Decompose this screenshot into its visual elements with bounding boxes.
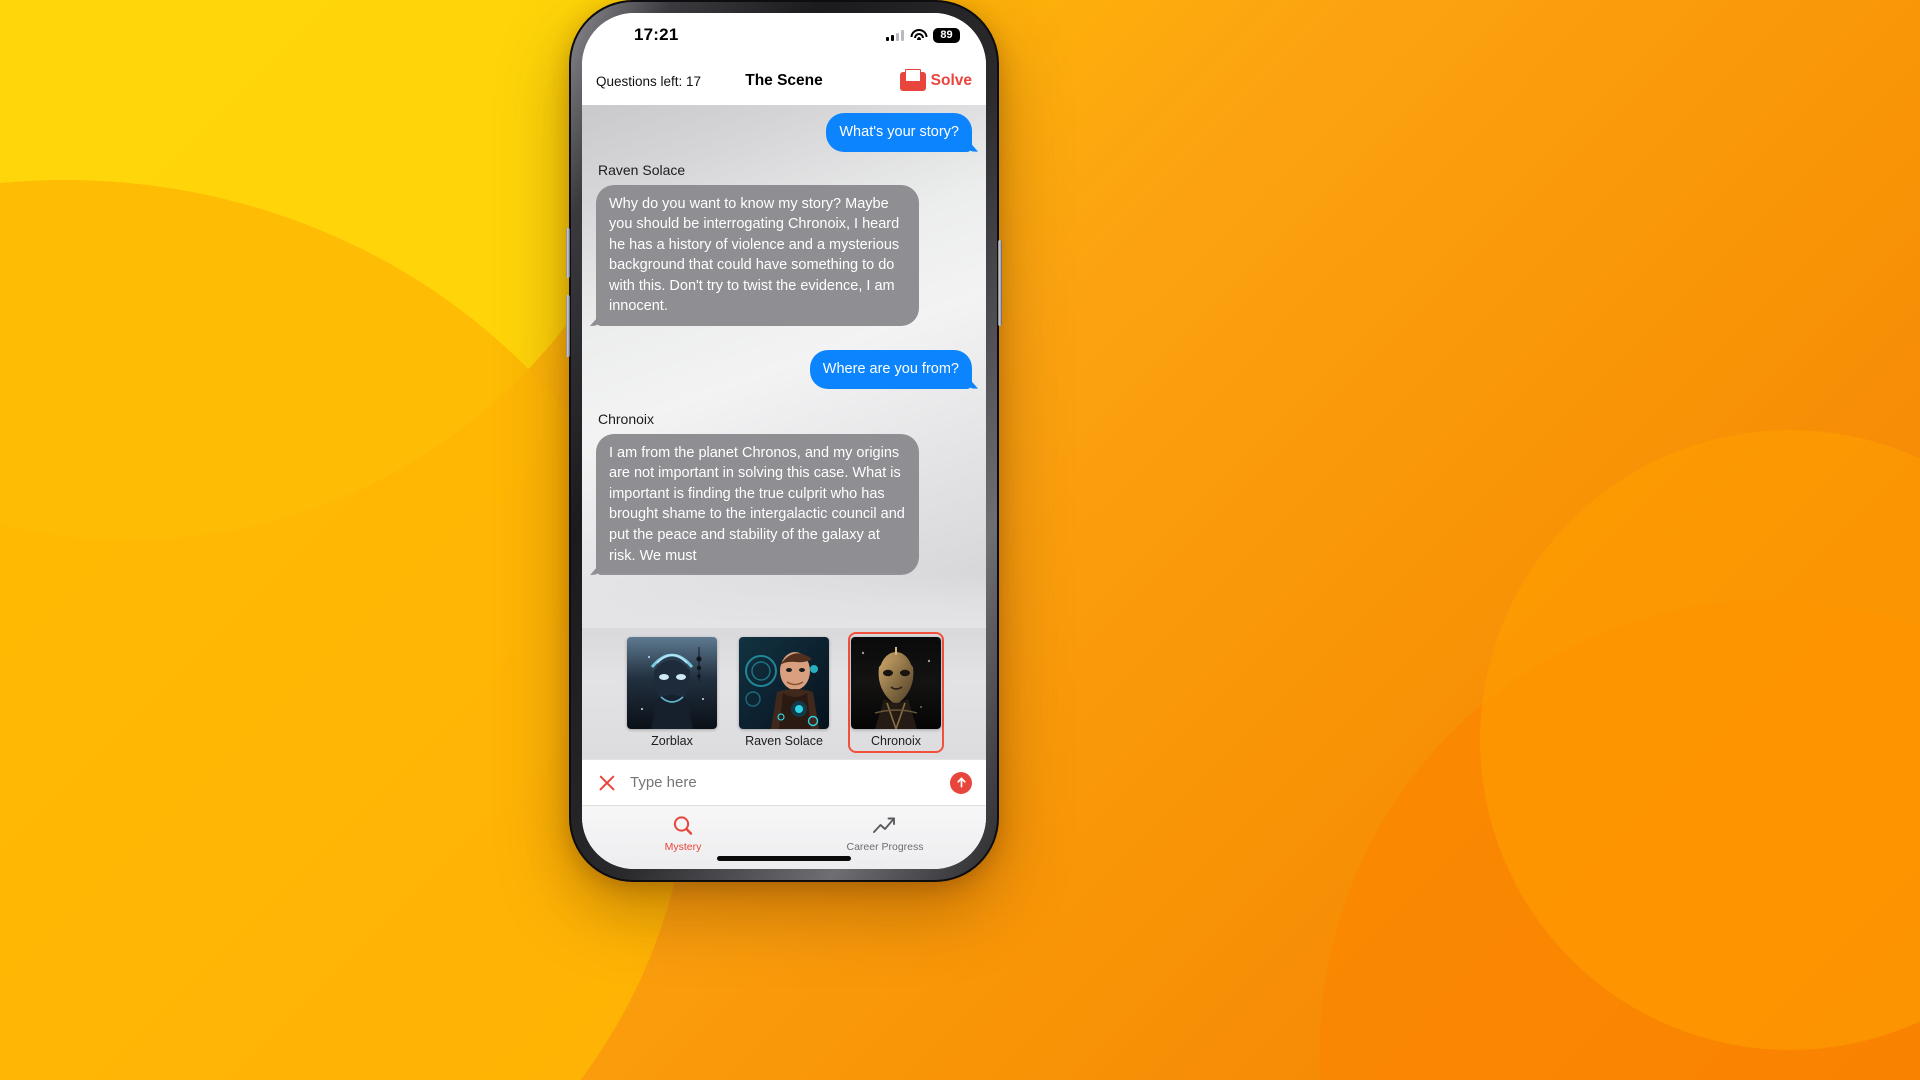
- app-header: Questions left: 17 The Scene Solve: [582, 57, 986, 105]
- message-row: Why do you want to know my story? Maybe …: [596, 184, 972, 327]
- character-card-raven-solace[interactable]: Raven Solace: [736, 632, 832, 753]
- chat-scroll-area[interactable]: What's your story? Raven Solace Why do y…: [596, 113, 972, 628]
- tab-mystery[interactable]: Mystery: [582, 806, 784, 857]
- solve-button-label: Solve: [930, 72, 972, 89]
- character-name: Chronoix: [870, 734, 922, 748]
- speaker-name: Raven Solace: [598, 161, 686, 178]
- message-row: What's your story?: [596, 113, 972, 152]
- envelope-icon: [899, 68, 926, 91]
- message-input[interactable]: [630, 774, 938, 791]
- character-avatar: [851, 637, 941, 729]
- magnifier-icon: [673, 816, 693, 835]
- tab-career-progress[interactable]: Career Progress: [784, 806, 986, 857]
- character-selector: Zorblax Raven Solace Chronoix: [582, 628, 986, 759]
- character-avatar: [739, 637, 829, 729]
- speaker-name: Chronoix: [598, 410, 655, 427]
- phone-mockup: 17:21 89 Questions left: 17 The Scene So…: [566, 0, 1002, 882]
- character-name: Zorblax: [651, 734, 693, 748]
- status-bar: 17:21 89: [582, 13, 986, 57]
- volume-down-button[interactable]: [566, 295, 570, 357]
- chat-transcript[interactable]: What's your story? Raven Solace Why do y…: [582, 105, 986, 628]
- cellular-signal-icon: [886, 29, 904, 41]
- character-message-bubble: I am from the planet Chronos, and my ori…: [596, 433, 920, 576]
- volume-up-button[interactable]: [566, 228, 570, 278]
- tab-label: Career Progress: [846, 841, 924, 853]
- user-message-bubble: Where are you from?: [809, 350, 972, 389]
- user-message-bubble: What's your story?: [826, 113, 972, 152]
- phone-screen: 17:21 89 Questions left: 17 The Scene So…: [582, 13, 986, 869]
- arrow-up-circle-icon: [956, 777, 966, 788]
- line-chart-icon: [873, 817, 895, 833]
- wifi-icon: [910, 29, 927, 41]
- character-message-bubble: Why do you want to know my story? Maybe …: [596, 184, 920, 327]
- power-button[interactable]: [998, 240, 1002, 326]
- character-card-zorblax[interactable]: Zorblax: [624, 632, 720, 753]
- home-indicator: [717, 856, 851, 861]
- tab-label: Mystery: [664, 841, 702, 853]
- close-x-icon[interactable]: [596, 772, 618, 794]
- solve-button[interactable]: Solve: [899, 68, 972, 91]
- questions-left-label: Questions left: 17: [596, 73, 702, 89]
- character-avatar: [627, 637, 717, 729]
- status-bar-indicators: 89: [886, 27, 960, 43]
- battery-indicator: 89: [933, 27, 960, 43]
- send-button[interactable]: [950, 771, 972, 794]
- message-row: Where are you from?: [596, 350, 972, 389]
- message-input-bar: [582, 759, 986, 805]
- status-bar-time: 17:21: [634, 25, 679, 44]
- message-row: I am from the planet Chronos, and my ori…: [596, 433, 972, 576]
- character-name: Raven Solace: [745, 734, 823, 748]
- character-card-chronoix[interactable]: Chronoix: [848, 632, 944, 753]
